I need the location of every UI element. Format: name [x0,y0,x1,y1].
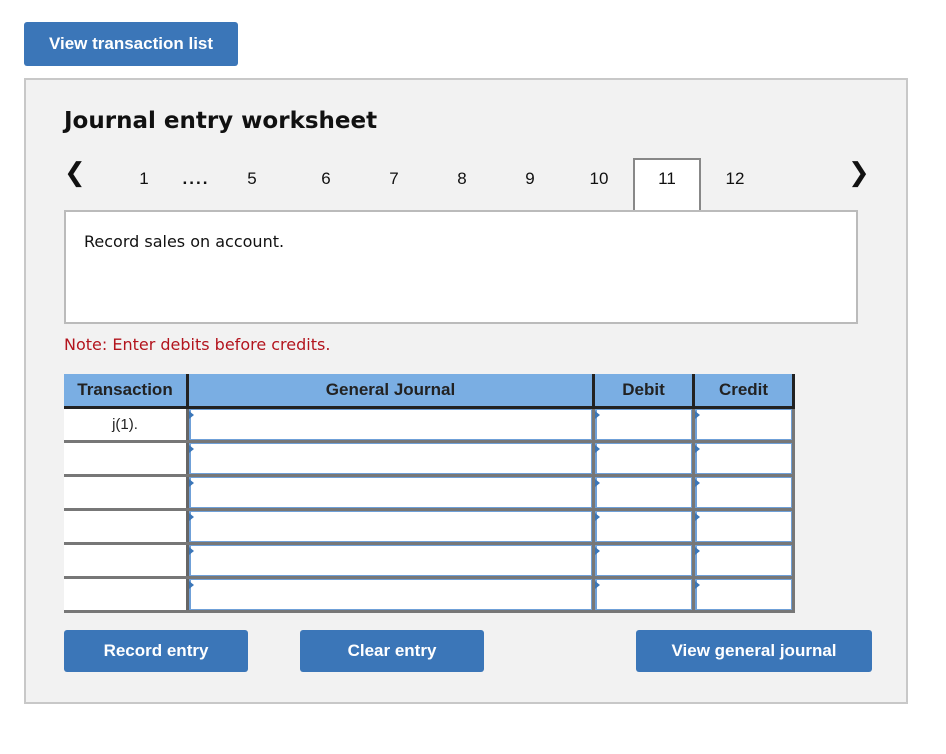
credit-cell [693,543,795,579]
header-credit: Credit [693,374,795,409]
cell-marker-icon [189,479,194,487]
chevron-left-icon[interactable]: ❮ [64,158,86,188]
credit-cell [693,577,795,613]
transaction-cell [64,543,189,579]
cell-marker-icon [695,547,700,555]
tab-5[interactable]: 5 [240,158,264,210]
credit-cell [693,407,795,443]
journal-entry-worksheet-panel: Journal entry worksheet ❮ 1 .... 5 6 7 8… [24,78,908,704]
transaction-cell [64,509,189,545]
header-general-journal: General Journal [187,374,595,409]
transaction-cell: j(1). [64,407,189,443]
tab-ellipsis[interactable]: .... [176,158,216,210]
transaction-cell [64,441,189,477]
cell-marker-icon [189,547,194,555]
credit-input[interactable] [695,545,792,576]
account-cell [187,543,595,579]
tab-12[interactable]: 12 [720,158,750,210]
credit-cell [693,441,795,477]
transaction-cell [64,475,189,511]
credit-cell [693,509,795,545]
account-cell [187,475,595,511]
cell-marker-icon [595,547,600,555]
credit-input[interactable] [695,409,792,440]
description-text: Record sales on account. [84,232,285,251]
header-debit: Debit [593,374,695,409]
cell-marker-icon [695,513,700,521]
cell-marker-icon [595,445,600,453]
debit-cell [593,509,695,545]
table-row [64,475,795,511]
account-cell [187,509,595,545]
cell-marker-icon [695,411,700,419]
tab-9[interactable]: 9 [518,158,542,210]
account-input[interactable] [189,477,592,508]
debit-input[interactable] [595,477,692,508]
table-header-row: Transaction General Journal Debit Credit [64,374,795,409]
debit-cell [593,407,695,443]
debit-cell [593,543,695,579]
description-box: Record sales on account. [64,210,858,324]
cell-marker-icon [189,513,194,521]
cell-marker-icon [595,513,600,521]
debit-input[interactable] [595,579,692,610]
worksheet-title: Journal entry worksheet [64,108,378,134]
cell-marker-icon [595,581,600,589]
tab-1[interactable]: 1 [132,158,156,210]
account-cell [187,577,595,613]
account-input[interactable] [189,409,592,440]
view-general-journal-button[interactable]: View general journal [636,630,872,672]
journal-table: Transaction General Journal Debit Credit… [64,374,795,613]
debit-input[interactable] [595,443,692,474]
credit-input[interactable] [695,579,792,610]
view-transaction-list-button[interactable]: View transaction list [24,22,238,66]
cell-marker-icon [695,479,700,487]
table-row [64,577,795,613]
credit-input[interactable] [695,511,792,542]
tab-6[interactable]: 6 [314,158,338,210]
debit-cell [593,441,695,477]
debit-input[interactable] [595,511,692,542]
debit-cell [593,475,695,511]
transaction-cell [64,577,189,613]
cell-marker-icon [695,445,700,453]
cell-marker-icon [595,479,600,487]
tab-8[interactable]: 8 [450,158,474,210]
debit-input[interactable] [595,545,692,576]
account-input[interactable] [189,443,592,474]
cell-marker-icon [189,411,194,419]
cell-marker-icon [189,445,194,453]
cell-marker-icon [189,581,194,589]
table-row [64,543,795,579]
clear-entry-button[interactable]: Clear entry [300,630,484,672]
tab-7[interactable]: 7 [382,158,406,210]
credit-input[interactable] [695,443,792,474]
credit-cell [693,475,795,511]
account-input[interactable] [189,579,592,610]
table-row [64,509,795,545]
cell-marker-icon [695,581,700,589]
account-input[interactable] [189,511,592,542]
table-row: j(1). [64,407,795,443]
tab-11[interactable]: 11 [633,158,701,210]
cell-marker-icon [595,411,600,419]
tab-10[interactable]: 10 [584,158,614,210]
account-cell [187,441,595,477]
account-input[interactable] [189,545,592,576]
header-transaction: Transaction [64,374,189,409]
table-row [64,441,795,477]
debit-input[interactable] [595,409,692,440]
account-cell [187,407,595,443]
record-entry-button[interactable]: Record entry [64,630,248,672]
credit-input[interactable] [695,477,792,508]
chevron-right-icon[interactable]: ❯ [848,158,870,188]
note-text: Note: Enter debits before credits. [64,335,331,354]
debit-cell [593,577,695,613]
